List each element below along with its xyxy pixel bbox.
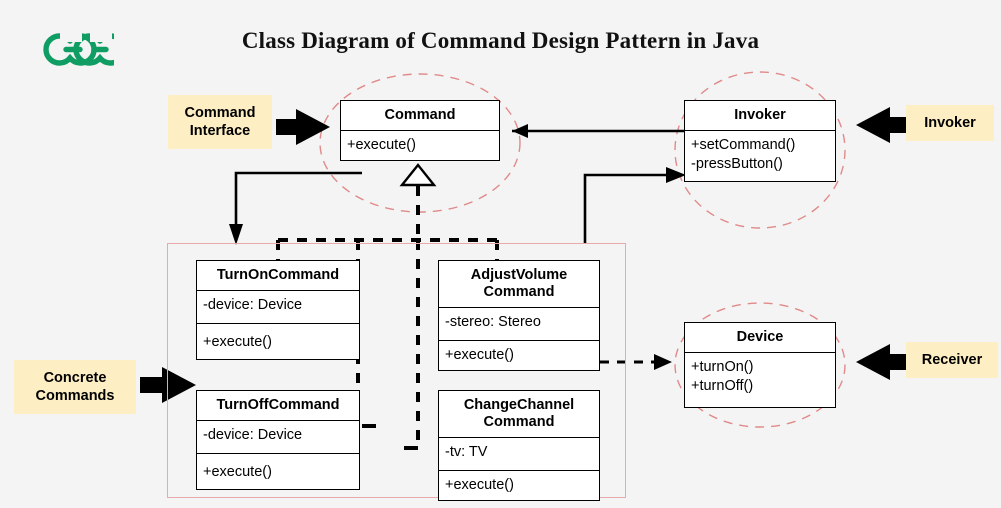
class-adjust-volume-command-methods: +execute() [439, 340, 599, 370]
class-change-channel-command-methods: +execute() [439, 470, 599, 500]
class-invoker-name: Invoker [685, 101, 835, 131]
tag-command-interface-line2: Interface [189, 123, 251, 139]
class-invoker-method-1: -pressButton() [691, 156, 783, 172]
class-device-method-1: +turnOff() [691, 378, 754, 394]
class-change-channel-command-name: ChangeChannel Command [439, 391, 599, 438]
class-adjust-volume-command-method-0: +execute() [445, 347, 514, 363]
tag-receiver: Receiver [906, 342, 998, 378]
class-turn-on-command-name: TurnOnCommand [197, 261, 359, 291]
class-command-method-0: +execute() [347, 137, 416, 153]
class-turn-off-command-methods: +execute() [197, 453, 359, 489]
class-turn-on-command-methods: +execute() [197, 323, 359, 359]
class-turn-on-command-method-0: +execute() [203, 334, 272, 350]
page-title: Class Diagram of Command Design Pattern … [241, 28, 760, 53]
command-interface-pointer-arrow [276, 109, 330, 145]
class-invoker[interactable]: Invoker +setCommand() -pressButton() [684, 100, 836, 182]
tag-command-interface-line1: Command [184, 105, 256, 121]
class-change-channel-command-method-0: +execute() [445, 477, 514, 493]
class-adjust-volume-command[interactable]: AdjustVolume Command -stereo: Stereo +ex… [438, 260, 600, 371]
class-adjust-volume-command-name: AdjustVolume Command [439, 261, 599, 308]
class-command-methods: +execute() [341, 131, 499, 160]
tag-concrete-commands-line2: Commands [35, 388, 115, 404]
class-adjust-volume-command-attributes: -stereo: Stereo [439, 308, 599, 340]
tag-concrete-commands-line1: Concrete [43, 370, 107, 386]
class-turn-off-command-method-0: +execute() [203, 464, 272, 480]
class-turn-off-command[interactable]: TurnOffCommand -device: Device +execute(… [196, 390, 360, 490]
invoker-pointer-arrow [856, 107, 910, 143]
class-invoker-methods: +setCommand() -pressButton() [685, 131, 835, 181]
class-adjust-volume-command-name-line1: AdjustVolume [470, 267, 568, 283]
class-turn-on-command-attributes: -device: Device [197, 291, 359, 323]
class-change-channel-command-name-line1: ChangeChannel [463, 397, 575, 413]
class-turn-off-command-attributes: -device: Device [197, 421, 359, 453]
class-command[interactable]: Command +execute() [340, 100, 500, 161]
class-adjust-volume-command-attribute-0: -stereo: Stereo [445, 314, 541, 330]
class-turn-on-command[interactable]: TurnOnCommand -device: Device +execute() [196, 260, 360, 360]
class-invoker-method-0: +setCommand() [691, 137, 796, 153]
tag-command-interface: Command Interface [168, 95, 272, 149]
invoker-to-command-association [512, 124, 684, 138]
class-device-methods: +turnOn() +turnOff() [685, 353, 835, 407]
class-turn-off-command-name: TurnOffCommand [197, 391, 359, 421]
diagram-canvas: Device dependency (dashed, open arrow) -… [0, 0, 1001, 508]
class-device-name: Device [685, 323, 835, 353]
tag-invoker: Invoker [906, 105, 994, 141]
class-change-channel-command-attribute-0: -tv: TV [445, 444, 488, 460]
class-turn-off-command-attribute-0: -device: Device [203, 427, 303, 443]
command-to-concrete-elbow [229, 171, 362, 245]
class-device[interactable]: Device +turnOn() +turnOff() [684, 322, 836, 408]
class-command-name: Command [341, 101, 499, 131]
class-turn-on-command-attribute-0: -device: Device [203, 297, 303, 313]
class-change-channel-command-name-line2: Command [483, 414, 555, 430]
class-adjust-volume-command-name-line2: Command [483, 284, 555, 300]
class-device-method-0: +turnOn() [691, 359, 754, 375]
concretecommand-to-invoker-association [583, 167, 686, 243]
class-change-channel-command-attributes: -tv: TV [439, 438, 599, 470]
realization-triangle [399, 163, 437, 187]
class-change-channel-command[interactable]: ChangeChannel Command -tv: TV +execute() [438, 390, 600, 501]
tag-concrete-commands: Concrete Commands [14, 360, 136, 414]
receiver-pointer-arrow [856, 344, 910, 380]
